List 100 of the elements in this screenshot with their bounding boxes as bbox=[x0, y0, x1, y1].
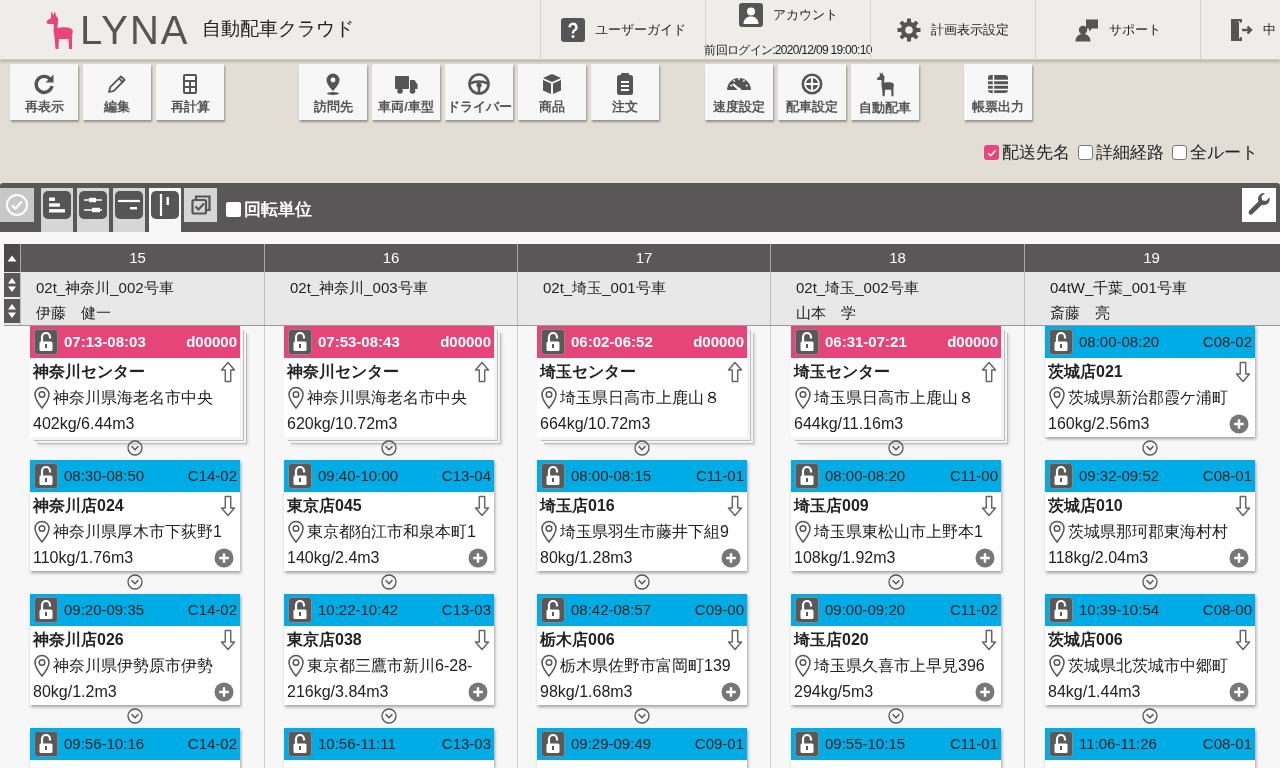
padlock-open-icon[interactable] bbox=[1049, 329, 1073, 355]
view-tab[interactable] bbox=[113, 188, 145, 232]
chevron-down-icon[interactable] bbox=[381, 440, 397, 456]
copy-check-button[interactable] bbox=[184, 188, 217, 222]
down-arrow-icon[interactable] bbox=[727, 628, 743, 651]
plus-circle-icon[interactable] bbox=[1229, 414, 1249, 434]
toolbar-button[interactable]: 配車設定 bbox=[778, 64, 846, 120]
plus-circle-icon[interactable] bbox=[1229, 548, 1249, 568]
chevron-down-icon[interactable] bbox=[127, 708, 143, 724]
chevron-down-icon[interactable] bbox=[888, 440, 904, 456]
chevron-down-icon[interactable] bbox=[127, 440, 143, 456]
padlock-open-icon[interactable] bbox=[34, 597, 58, 623]
padlock-open-icon[interactable] bbox=[541, 731, 565, 757]
rotation-unit-option[interactable]: 回転単位 bbox=[226, 197, 312, 223]
up-arrow-icon[interactable] bbox=[727, 360, 743, 383]
nav-button[interactable]: アカウント bbox=[706, 3, 870, 27]
plus-circle-icon[interactable] bbox=[975, 548, 995, 568]
delivery-card[interactable]: 09:29-09:49 C09-01 bbox=[537, 728, 747, 768]
chevron-down-icon[interactable] bbox=[634, 440, 650, 456]
chevron-down-icon[interactable] bbox=[888, 708, 904, 724]
chevron-down-icon[interactable] bbox=[127, 574, 143, 590]
checkbox[interactable] bbox=[226, 202, 241, 218]
toolbar-button[interactable]: 編集 bbox=[83, 64, 151, 120]
toolbar-button[interactable]: ドライバー bbox=[445, 64, 513, 120]
settings-button[interactable] bbox=[1242, 188, 1276, 222]
chevron-down-icon[interactable] bbox=[1142, 574, 1158, 590]
sort-button[interactable] bbox=[4, 273, 20, 297]
chevron-down-icon[interactable] bbox=[381, 574, 397, 590]
padlock-open-icon[interactable] bbox=[541, 329, 565, 355]
padlock-open-icon[interactable] bbox=[1049, 597, 1073, 623]
delivery-card[interactable]: 09:00-09:20 C11-02 埼玉店020 埼玉県久喜市上早見396 294kg/5m3 bbox=[791, 594, 1001, 705]
toolbar-button[interactable]: 自動配車 bbox=[851, 64, 919, 120]
up-arrow-icon[interactable] bbox=[474, 360, 490, 383]
checkbox[interactable] bbox=[1172, 145, 1187, 160]
delivery-card[interactable]: 08:00-08:20 C11-00 埼玉店009 埼玉県東松山市上野本1 108kg/1.92m3 bbox=[791, 460, 1001, 571]
plus-circle-icon[interactable] bbox=[468, 682, 488, 702]
padlock-open-icon[interactable] bbox=[34, 463, 58, 489]
checkbox[interactable] bbox=[984, 145, 999, 160]
display-option[interactable]: 配送先名 bbox=[984, 139, 1070, 166]
nav-button[interactable]: サポート bbox=[1036, 17, 1200, 42]
delivery-card[interactable]: 11:06-11:26 C08-01 bbox=[1045, 728, 1255, 768]
padlock-open-icon[interactable] bbox=[1049, 463, 1073, 489]
padlock-open-icon[interactable] bbox=[34, 329, 58, 355]
padlock-open-icon[interactable] bbox=[1049, 731, 1073, 757]
delivery-card[interactable]: 08:00-08:20 C08-02 茨城店021 茨城県新治郡霞ケ浦町 160kg/2.56m3 bbox=[1045, 326, 1255, 437]
delivery-card[interactable]: 08:00-08:15 C11-01 埼玉店016 埼玉県羽生市藤井下組9 80kg/1.28m3 bbox=[537, 460, 747, 571]
delivery-card[interactable]: 09:55-10:15 C11-01 bbox=[791, 728, 1001, 768]
padlock-open-icon[interactable] bbox=[34, 731, 58, 757]
up-arrow-icon[interactable] bbox=[981, 360, 997, 383]
plus-circle-icon[interactable] bbox=[721, 682, 741, 702]
delivery-card[interactable]: 09:40-10:00 C13-04 東京店045 東京都狛江市和泉本町1 140kg/2.4m3 bbox=[284, 460, 494, 571]
toolbar-button[interactable]: 速度設定 bbox=[705, 64, 773, 120]
plus-circle-icon[interactable] bbox=[975, 682, 995, 702]
delivery-card[interactable]: 09:20-09:35 C14-02 神奈川店026 神奈川県伊勢原市伊勢 80kg/1.2m3 bbox=[30, 594, 240, 705]
padlock-open-icon[interactable] bbox=[288, 329, 312, 355]
padlock-open-icon[interactable] bbox=[795, 329, 819, 355]
plus-circle-icon[interactable] bbox=[214, 682, 234, 702]
nav-button[interactable]: 計画表示設定 bbox=[871, 17, 1035, 42]
checkbox[interactable] bbox=[1078, 145, 1093, 160]
down-arrow-icon[interactable] bbox=[727, 494, 743, 517]
chevron-down-icon[interactable] bbox=[634, 574, 650, 590]
up-arrow-icon[interactable] bbox=[220, 360, 236, 383]
padlock-open-icon[interactable] bbox=[795, 597, 819, 623]
delivery-card[interactable]: 10:39-10:54 C08-00 茨城店006 茨城県北茨城市中郷町 84kg/1.44m3 bbox=[1045, 594, 1255, 705]
display-option[interactable]: 全ルート bbox=[1172, 139, 1258, 166]
delivery-card[interactable]: 10:22-10:42 C13-03 東京店038 東京都三鷹市新川6-28- 216kg/3.84m3 bbox=[284, 594, 494, 705]
nav-button[interactable]: 中 bbox=[1201, 17, 1280, 42]
down-arrow-icon[interactable] bbox=[981, 628, 997, 651]
delivery-card[interactable]: 10:56-11:11 C13-03 bbox=[284, 728, 494, 768]
plus-circle-icon[interactable] bbox=[1229, 682, 1249, 702]
sort-button[interactable] bbox=[4, 299, 20, 323]
plus-circle-icon[interactable] bbox=[214, 548, 234, 568]
down-arrow-icon[interactable] bbox=[1235, 360, 1251, 383]
view-tab[interactable] bbox=[41, 188, 73, 232]
toolbar-button[interactable]: 再計算 bbox=[156, 64, 224, 120]
chevron-down-icon[interactable] bbox=[634, 708, 650, 724]
padlock-open-icon[interactable] bbox=[541, 463, 565, 489]
toolbar-button[interactable]: 訪問先 bbox=[299, 64, 367, 120]
delivery-card[interactable]: 09:32-09:52 C08-01 茨城店010 茨城県那珂郡東海村村 118kg/2.04m3 bbox=[1045, 460, 1255, 571]
toolbar-button[interactable]: 注文 bbox=[591, 64, 659, 120]
padlock-open-icon[interactable] bbox=[288, 597, 312, 623]
padlock-open-icon[interactable] bbox=[288, 731, 312, 757]
chevron-down-icon[interactable] bbox=[1142, 708, 1158, 724]
down-arrow-icon[interactable] bbox=[981, 494, 997, 517]
padlock-open-icon[interactable] bbox=[795, 463, 819, 489]
down-arrow-icon[interactable] bbox=[220, 628, 236, 651]
view-tab[interactable] bbox=[77, 188, 109, 232]
toolbar-button[interactable]: 商品 bbox=[518, 64, 586, 120]
plus-circle-icon[interactable] bbox=[721, 548, 741, 568]
padlock-open-icon[interactable] bbox=[288, 463, 312, 489]
chevron-down-icon[interactable] bbox=[1142, 440, 1158, 456]
padlock-open-icon[interactable] bbox=[795, 731, 819, 757]
collapse-button[interactable] bbox=[4, 244, 20, 272]
nav-button[interactable]: ユーザーガイド bbox=[541, 17, 705, 42]
toolbar-button[interactable]: 車両/車型 bbox=[372, 64, 440, 120]
plus-circle-icon[interactable] bbox=[468, 548, 488, 568]
delivery-card[interactable]: 08:30-08:50 C14-02 神奈川店024 神奈川県厚木市下荻野1 110kg/1.76m3 bbox=[30, 460, 240, 571]
down-arrow-icon[interactable] bbox=[1235, 628, 1251, 651]
toolbar-button[interactable]: 再表示 bbox=[10, 64, 78, 120]
chevron-down-icon[interactable] bbox=[381, 708, 397, 724]
